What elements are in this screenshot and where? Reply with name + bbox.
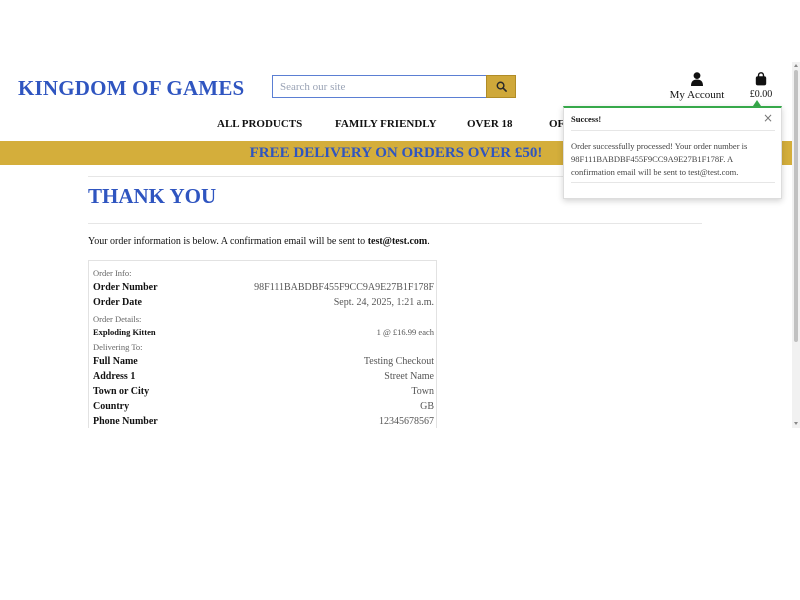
delivering-heading: Delivering To: — [93, 342, 143, 352]
order-item-row: Exploding Kitten 1 @ £16.99 each — [93, 327, 434, 341]
order-details-heading: Order Details: — [93, 314, 142, 324]
town-value: Town — [411, 386, 434, 397]
divider — [88, 223, 702, 224]
address1-row: Address 1 Street Name — [93, 371, 434, 385]
user-icon — [691, 72, 703, 86]
order-date-label: Order Date — [93, 297, 142, 308]
order-number-value: 98F111BABDBF455F9CC9A9E27B1F178F — [254, 282, 434, 293]
search-input[interactable] — [273, 76, 486, 97]
order-summary-card: Order Info: Order Number 98F111BABDBF455… — [88, 260, 437, 428]
item-quantity: 1 @ £16.99 each — [376, 327, 434, 337]
basket-total: £0.00 — [749, 89, 773, 100]
full-name-value: Testing Checkout — [363, 356, 434, 367]
close-icon[interactable]: × — [763, 111, 773, 125]
phone-label: Phone Number — [93, 416, 158, 427]
nav-all-products[interactable]: ALL PRODUCTS — [217, 118, 302, 130]
my-account-label: My Account — [669, 89, 725, 101]
search-button[interactable] — [486, 75, 516, 98]
phone-value: 12345678567 — [379, 416, 434, 427]
intro-email: test@test.com — [367, 236, 428, 247]
order-intro-text: Your order information is below. A confi… — [88, 236, 430, 247]
toast-message: Order successfully processed! Your order… — [571, 141, 748, 177]
my-account-link[interactable]: My Account — [668, 72, 726, 101]
site-logo[interactable]: KINGDOM OF GAMES — [18, 76, 244, 101]
town-row: Town or City Town — [93, 386, 434, 400]
order-date-row: Order Date Sept. 24, 2025, 1:21 a.m. — [93, 297, 434, 311]
scroll-down-arrow-icon[interactable] — [794, 422, 798, 425]
order-number-row: Order Number 98F111BABDBF455F9CC9A9E27B1… — [93, 282, 434, 296]
nav-over-18[interactable]: OVER 18 — [467, 118, 513, 130]
order-info-heading: Order Info: — [93, 268, 132, 278]
search-icon — [496, 81, 507, 92]
country-row: Country GB — [93, 401, 434, 415]
intro-prefix: Your order information is below. A confi… — [88, 236, 368, 247]
divider — [571, 130, 775, 131]
phone-row: Phone Number 12345678567 — [93, 416, 434, 428]
scrollbar-thumb[interactable] — [794, 70, 798, 342]
nav-family-friendly[interactable]: FAMILY FRIENDLY — [335, 118, 437, 130]
address1-value: Street Name — [384, 371, 434, 382]
search-bar — [272, 75, 516, 98]
full-name-label: Full Name — [93, 356, 138, 367]
town-label: Town or City — [93, 386, 150, 397]
order-date-value: Sept. 24, 2025, 1:21 a.m. — [333, 297, 434, 308]
divider — [571, 182, 775, 183]
item-name: Exploding Kitten — [93, 327, 156, 337]
shopping-bag-icon — [755, 72, 767, 86]
address1-label: Address 1 — [93, 371, 136, 382]
page-title: THANK YOU — [88, 184, 217, 208]
full-name-row: Full Name Testing Checkout — [93, 356, 434, 370]
country-label: Country — [93, 401, 130, 412]
delivery-banner-text: FREE DELIVERY ON ORDERS OVER £50! — [249, 145, 543, 161]
order-number-label: Order Number — [93, 282, 158, 293]
toast-title: Success! — [571, 114, 602, 124]
intro-suffix: . — [427, 236, 430, 247]
scroll-up-arrow-icon[interactable] — [794, 64, 798, 67]
success-toast: Success! × Order successfully processed!… — [563, 106, 782, 199]
basket-link[interactable]: £0.00 — [744, 72, 778, 100]
nav-partial-item[interactable]: OF — [549, 118, 564, 130]
country-value: GB — [420, 401, 434, 412]
